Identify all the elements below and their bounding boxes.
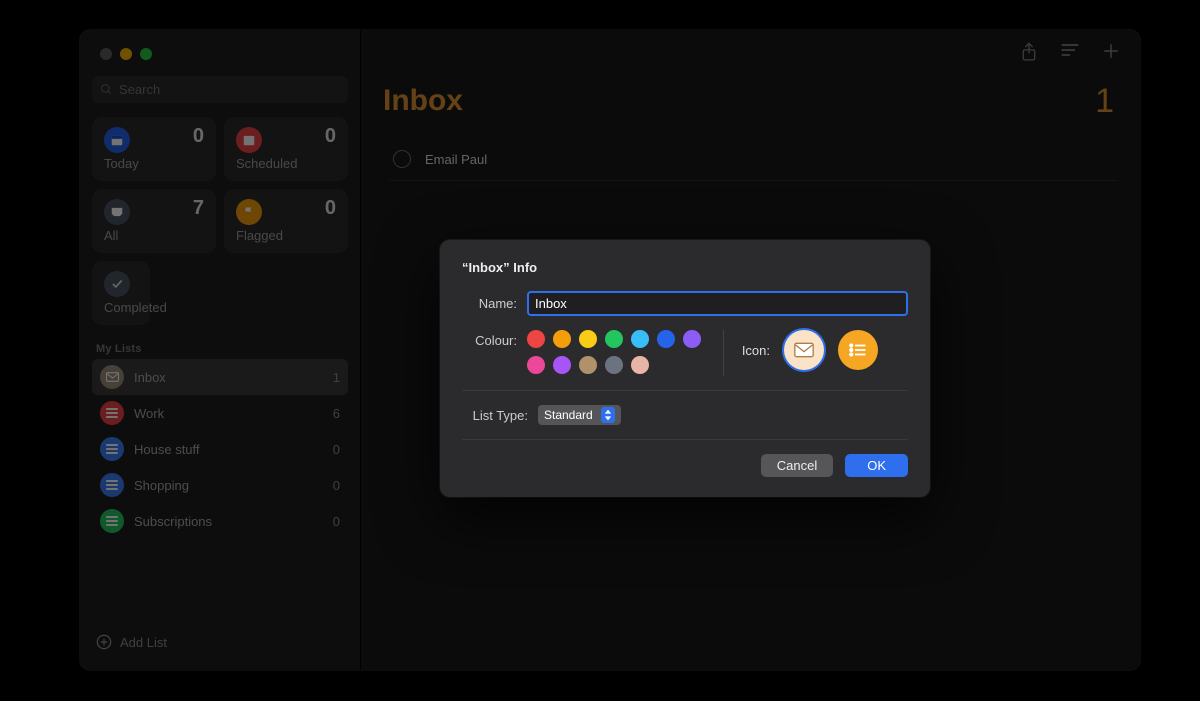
add-list-label: Add List	[120, 635, 167, 650]
sidebar-list-house[interactable]: House stuff 0	[92, 431, 348, 467]
smart-flagged[interactable]: 0 Flagged	[224, 189, 348, 253]
colour-label: Colour:	[462, 330, 517, 348]
sidebar-list-inbox[interactable]: Inbox 1	[92, 359, 348, 395]
colour-swatch[interactable]	[683, 330, 701, 348]
colour-swatch[interactable]	[631, 356, 649, 374]
main-toolbar	[1020, 42, 1120, 62]
list-name-input[interactable]	[527, 291, 908, 316]
icon-option-emoji[interactable]	[784, 330, 824, 370]
bullet-list-icon	[849, 343, 867, 357]
sidebar-list-count: 6	[333, 406, 340, 421]
smart-all[interactable]: 7 All	[92, 189, 216, 253]
plus-circle-icon	[96, 634, 112, 650]
list-icon	[100, 401, 124, 425]
reminder-title: Email Paul	[425, 152, 487, 167]
colour-swatch[interactable]	[527, 330, 545, 348]
search-icon	[100, 83, 113, 96]
colour-swatch[interactable]	[553, 330, 571, 348]
colour-swatch[interactable]	[631, 330, 649, 348]
lines-decrease-icon[interactable]	[1060, 42, 1080, 58]
dialog-buttons: Cancel OK	[462, 454, 908, 477]
smart-scheduled-label: Scheduled	[236, 156, 336, 171]
sidebar-list-count: 1	[333, 370, 340, 385]
sidebar: 0 Today 0 Scheduled 7 All	[80, 30, 360, 670]
smart-flagged-count: 0	[325, 197, 336, 220]
maximize-window-button[interactable]	[140, 48, 152, 60]
reminder-row[interactable]: Email Paul	[389, 142, 1118, 181]
search-field[interactable]	[92, 76, 348, 103]
separator	[462, 390, 908, 391]
envelope-icon	[100, 365, 124, 389]
icon-label: Icon:	[730, 343, 770, 358]
window-controls	[100, 48, 152, 60]
ok-button[interactable]: OK	[845, 454, 908, 477]
sidebar-list-count: 0	[333, 442, 340, 457]
smart-flagged-label: Flagged	[236, 228, 336, 243]
list-icon	[100, 437, 124, 461]
name-label: Name:	[462, 296, 517, 311]
sidebar-list-subscriptions[interactable]: Subscriptions 0	[92, 503, 348, 539]
calendar-icon	[236, 127, 262, 153]
sidebar-list-shopping[interactable]: Shopping 0	[92, 467, 348, 503]
sidebar-list-count: 0	[333, 514, 340, 529]
dialog-title: “Inbox” Info	[462, 260, 908, 275]
close-window-button[interactable]	[100, 48, 112, 60]
list-info-dialog: “Inbox” Info Name: Colour: Icon:	[440, 240, 930, 497]
plus-icon[interactable]	[1102, 42, 1120, 60]
listtype-label: List Type:	[462, 408, 528, 423]
reminders-window: 0 Today 0 Scheduled 7 All	[80, 30, 1140, 670]
flag-icon	[236, 199, 262, 225]
name-row: Name:	[462, 291, 908, 316]
list-type-select[interactable]: Standard	[538, 405, 621, 425]
add-list-button[interactable]: Add List	[92, 626, 348, 658]
sidebar-list-label: House stuff	[134, 442, 323, 457]
smart-completed[interactable]: Completed	[92, 261, 150, 325]
smart-today[interactable]: 0 Today	[92, 117, 216, 181]
colour-swatch[interactable]	[657, 330, 675, 348]
share-icon[interactable]	[1020, 42, 1038, 62]
sidebar-list-work[interactable]: Work 6	[92, 395, 348, 431]
smart-completed-label: Completed	[104, 300, 138, 315]
list-title: Inbox	[383, 84, 1118, 118]
select-arrows-icon	[601, 407, 615, 423]
vertical-separator	[723, 330, 724, 376]
colour-swatch[interactable]	[579, 330, 597, 348]
smart-all-count: 7	[193, 197, 204, 220]
cancel-button[interactable]: Cancel	[761, 454, 833, 477]
search-input[interactable]	[119, 82, 340, 97]
smart-lists: 0 Today 0 Scheduled 7 All	[92, 117, 348, 253]
colour-swatches	[527, 330, 717, 374]
sidebar-list-label: Subscriptions	[134, 514, 323, 529]
colour-swatch[interactable]	[605, 356, 623, 374]
colour-swatch[interactable]	[553, 356, 571, 374]
smart-all-label: All	[104, 228, 204, 243]
complete-toggle[interactable]	[393, 150, 411, 168]
colour-icon-row: Colour: Icon:	[462, 330, 908, 376]
list-type-row: List Type: Standard	[462, 405, 908, 425]
colour-swatch[interactable]	[605, 330, 623, 348]
colour-swatch[interactable]	[579, 356, 597, 374]
sidebar-list-label: Shopping	[134, 478, 323, 493]
icon-option-bullet-list[interactable]	[838, 330, 878, 370]
smart-today-label: Today	[104, 156, 204, 171]
calendar-today-icon	[104, 127, 130, 153]
envelope-icon	[794, 342, 814, 358]
smart-today-count: 0	[193, 125, 204, 148]
minimize-window-button[interactable]	[120, 48, 132, 60]
sidebar-list-label: Work	[134, 406, 323, 421]
list-type-value: Standard	[544, 408, 593, 422]
smart-scheduled-count: 0	[325, 125, 336, 148]
colour-swatch[interactable]	[527, 356, 545, 374]
list-count: 1	[1095, 82, 1114, 121]
checkmark-icon	[104, 271, 130, 297]
smart-scheduled[interactable]: 0 Scheduled	[224, 117, 348, 181]
list-icon	[100, 473, 124, 497]
tray-icon	[104, 199, 130, 225]
separator	[462, 439, 908, 440]
list-icon	[100, 509, 124, 533]
sidebar-list-count: 0	[333, 478, 340, 493]
sidebar-section-label: My Lists	[96, 343, 344, 355]
sidebar-list-label: Inbox	[134, 370, 323, 385]
